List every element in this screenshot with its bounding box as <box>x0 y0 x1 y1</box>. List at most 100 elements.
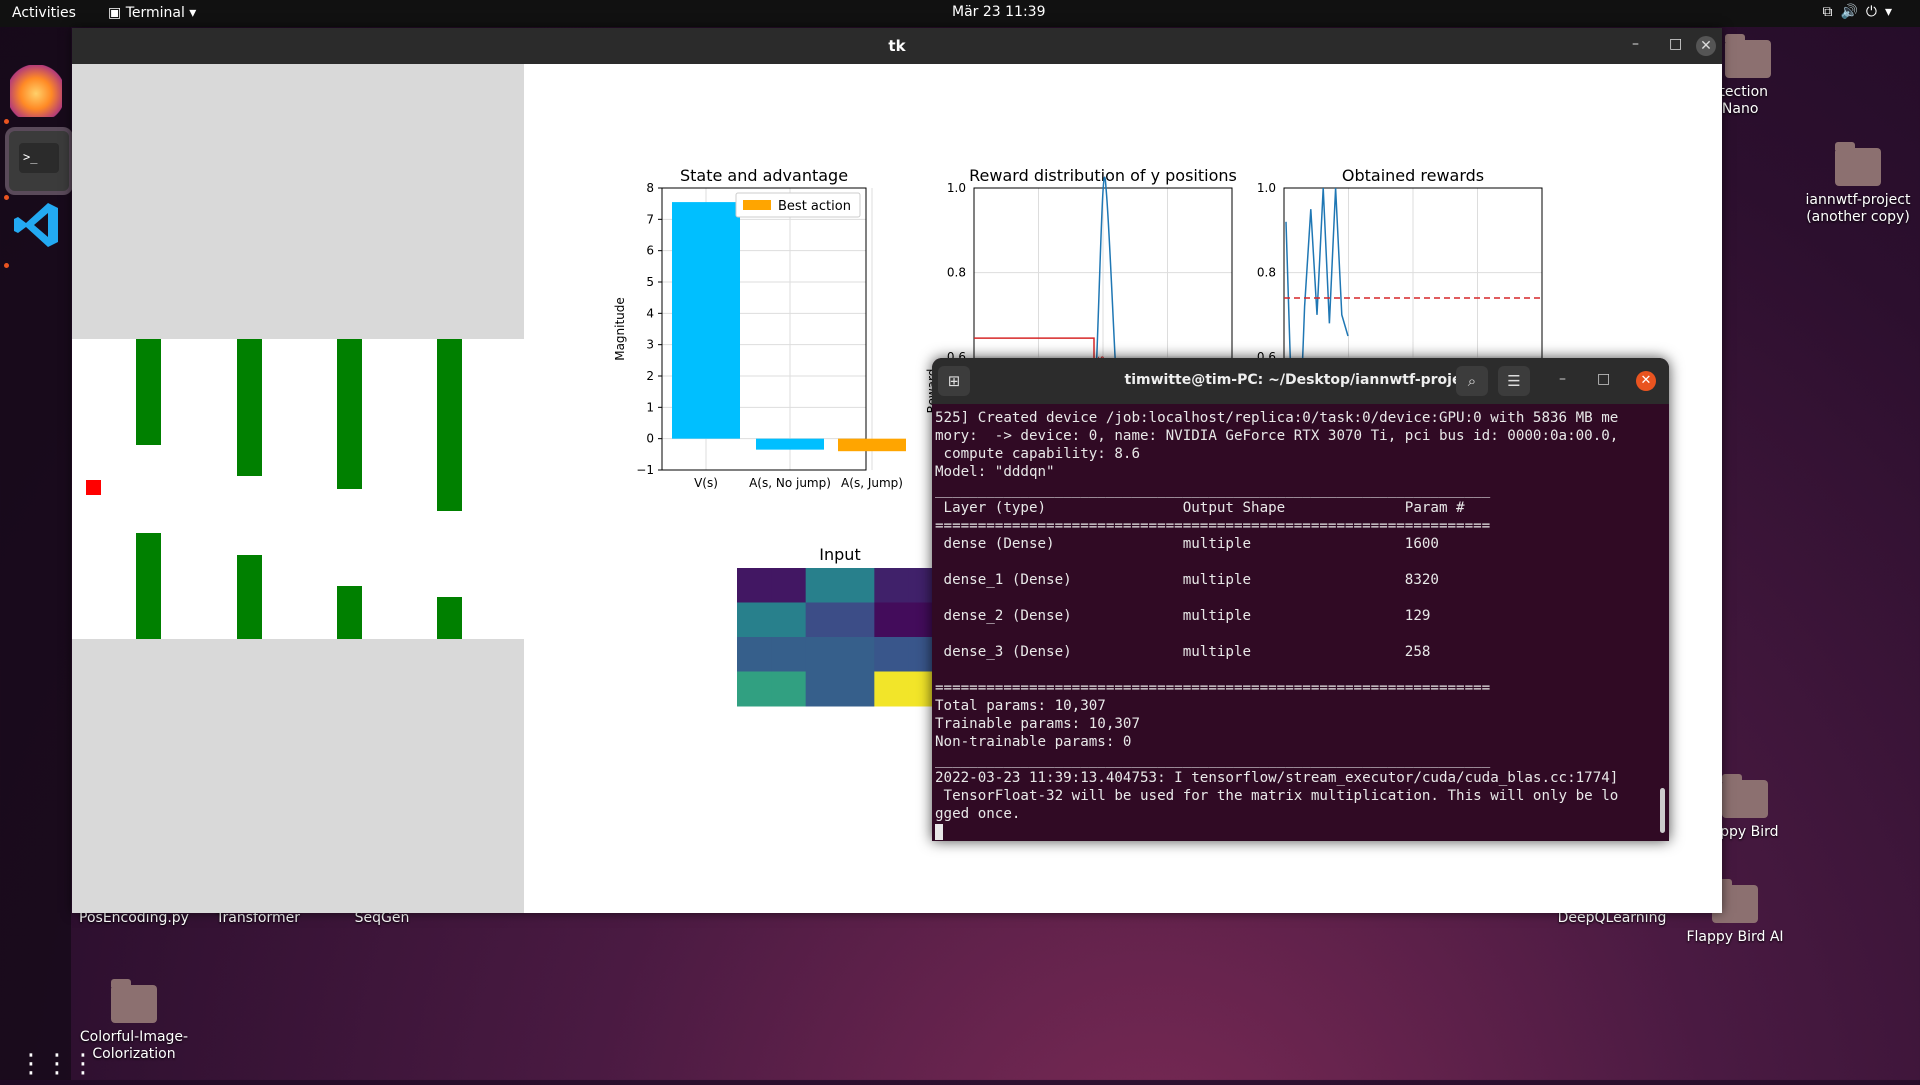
power-icon: ⏻ <box>1865 4 1885 20</box>
window-title: tk <box>888 37 906 55</box>
network-icon: ⧉ <box>1822 4 1841 20</box>
heatmap-cell <box>874 602 910 638</box>
clock[interactable]: Mär 23 11:39 <box>952 4 1045 20</box>
heatmap-cell <box>771 671 807 707</box>
minimize-button[interactable]: – <box>1632 36 1639 52</box>
minimize-button[interactable]: – <box>1559 371 1566 387</box>
tick-label: 4 <box>646 306 654 320</box>
vscode-icon[interactable] <box>10 199 62 251</box>
running-indicator <box>4 263 9 268</box>
terminal-line: ________________________________________… <box>935 482 1491 498</box>
pipe-bottom <box>136 533 161 639</box>
terminal-line: dense_1 (Dense) multiple 8320 <box>935 572 1491 588</box>
heatmap-cell <box>874 671 910 707</box>
terminal-line: Trainable params: 10,307 <box>935 716 1140 732</box>
firefox-icon[interactable] <box>10 65 62 117</box>
heatmap-cell <box>771 568 807 603</box>
terminal-line: dense_2 (Dense) multiple 129 <box>935 608 1491 624</box>
terminal-line: dense (Dense) multiple 1600 <box>935 536 1491 552</box>
tick-label: 3 <box>646 338 654 352</box>
heatmap-cell <box>840 637 875 672</box>
chart-title: State and advantage <box>680 166 848 185</box>
bar <box>756 438 824 450</box>
folder-icon <box>1722 774 1768 818</box>
heatmap-cell <box>874 568 910 603</box>
pipe-top <box>237 339 262 476</box>
terminal-icon[interactable]: >_ <box>5 127 73 195</box>
desktop-icon-iannwtf-copy[interactable]: iannwtf-project (another copy) <box>1793 142 1920 226</box>
hamburger-icon: ☰ <box>1507 372 1521 390</box>
heatmap-cell <box>805 602 841 638</box>
terminal-prompt <box>935 823 1667 841</box>
menu-button[interactable]: ☰ <box>1498 366 1530 396</box>
dock: >_ ⋮⋮⋮ <box>0 27 96 1080</box>
game-field <box>72 339 524 639</box>
heatmap-cell <box>840 671 875 707</box>
pipe-bottom <box>437 597 462 639</box>
top-bar: Activities ▣ Terminal ▾ Mär 23 11:39 ⧉🔊⏻… <box>0 0 1920 27</box>
tick-label: 0.8 <box>947 266 966 280</box>
scrollbar[interactable] <box>1660 788 1665 833</box>
pipe-bottom <box>237 555 262 639</box>
terminal-line: compute capability: 8.6 <box>935 446 1140 462</box>
terminal-line: mory: -> device: 0, name: NVIDIA GeForce… <box>935 428 1619 444</box>
terminal-titlebar[interactable]: ⊞ timwitte@tim-PC: ~/Desktop/iannwtf-pro… <box>932 358 1669 404</box>
terminal-line: TensorFloat-32 will be used for the matr… <box>935 788 1619 804</box>
close-button[interactable]: ✕ <box>1696 36 1716 56</box>
bar <box>672 202 740 439</box>
folder-icon <box>1835 142 1881 186</box>
volume-icon: 🔊 <box>1840 4 1866 20</box>
terminal-line: Layer (type) Output Shape Param # <box>935 500 1491 516</box>
terminal-line: 525] Created device /job:localhost/repli… <box>935 410 1619 426</box>
pipe-top <box>337 339 362 489</box>
terminal-line: 2022-03-23 11:39:13.404753: I tensorflow… <box>935 770 1619 786</box>
tk-titlebar[interactable]: tk – □ ✕ <box>72 28 1722 64</box>
chart-title: Obtained rewards <box>1342 166 1484 185</box>
system-tray[interactable]: ⧉🔊⏻▾ <box>1822 4 1900 20</box>
legend-label: Best action <box>778 199 851 214</box>
maximize-button[interactable]: □ <box>1597 371 1610 387</box>
pipe-bottom <box>337 586 362 639</box>
terminal-line: gged once. <box>935 806 1021 822</box>
x-tick-label: A(s, Jump) <box>841 476 903 490</box>
heatmap-cell <box>805 637 841 672</box>
y-axis-label: Magnitude <box>613 297 627 361</box>
search-button[interactable]: ⌕ <box>1456 366 1488 396</box>
app-menu-terminal[interactable]: ▣ Terminal ▾ <box>108 5 196 21</box>
heatmap-cell <box>771 602 807 638</box>
heatmap-cell <box>805 568 841 603</box>
tick-label: 8 <box>646 181 654 195</box>
terminal-line: ________________________________________… <box>935 752 1491 768</box>
heatmap-cell <box>737 637 772 672</box>
running-indicator <box>4 119 9 124</box>
tick-label: 7 <box>646 212 654 226</box>
game-canvas[interactable] <box>72 64 524 913</box>
activities-button[interactable]: Activities <box>12 5 76 21</box>
desktop-icon-label: Flappy Bird AI <box>1686 929 1784 945</box>
heatmap-cell <box>840 568 875 603</box>
running-indicator <box>4 195 9 200</box>
heatmap-cell <box>771 637 807 672</box>
pipe-top <box>136 339 161 445</box>
maximize-button[interactable]: □ <box>1669 36 1682 52</box>
heatmap-cell <box>737 671 772 707</box>
terminal-line: ========================================… <box>935 518 1491 534</box>
tick-label: −1 <box>636 463 654 477</box>
terminal-output[interactable]: 525] Created device /job:localhost/repli… <box>932 404 1669 841</box>
pipe-top <box>437 339 462 511</box>
tick-label: 5 <box>646 275 654 289</box>
desktop-icon-label: Colorful-Image- Colorization <box>79 1029 189 1062</box>
tick-label: 2 <box>646 369 654 383</box>
close-button[interactable]: ✕ <box>1636 371 1656 391</box>
heatmap-cell <box>840 602 875 638</box>
desktop-icon-colorful[interactable]: Colorful-Image- Colorization <box>69 979 199 1063</box>
chart-title: Input <box>819 545 860 564</box>
terminal-line: Total params: 10,307 <box>935 698 1106 714</box>
bar <box>838 438 906 452</box>
folder-icon <box>1725 34 1771 78</box>
heatmap-cell <box>737 568 772 603</box>
terminal-line: Model: "dddqn" <box>935 464 1055 480</box>
terminal-window: ⊞ timwitte@tim-PC: ~/Desktop/iannwtf-pro… <box>932 358 1669 841</box>
